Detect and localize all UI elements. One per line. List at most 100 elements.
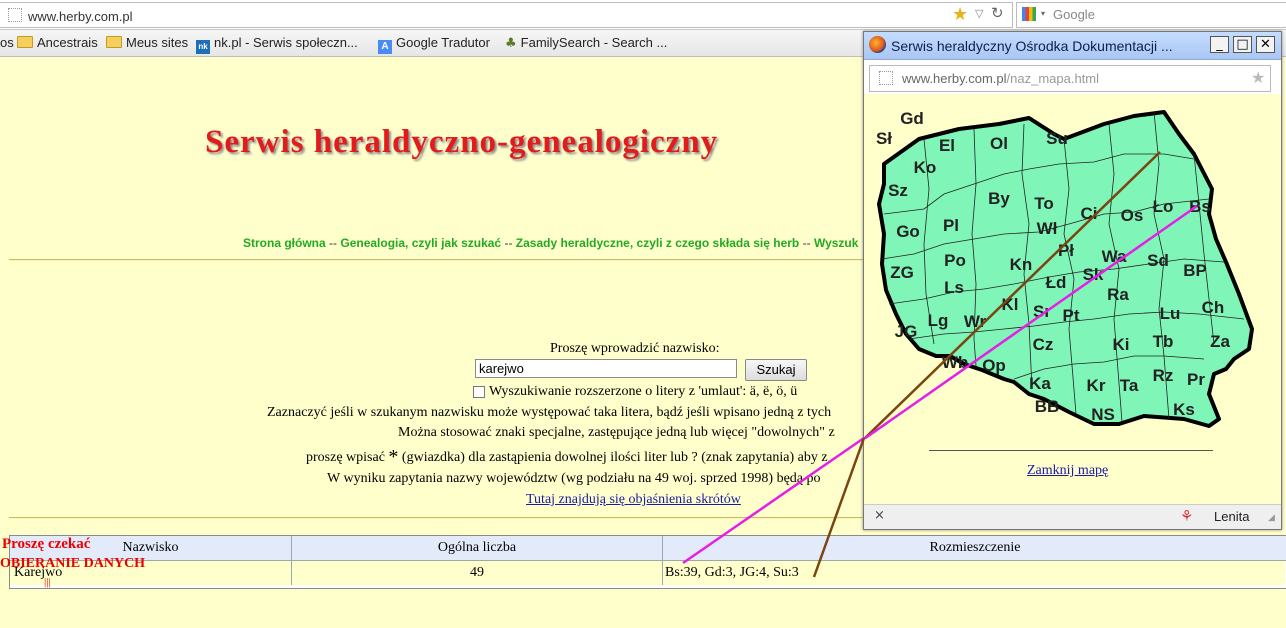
surname-input[interactable]: karejwo	[475, 359, 737, 378]
region-label[interactable]: Łd	[1046, 273, 1067, 292]
page-icon	[8, 8, 22, 22]
dropdown-arrow-icon[interactable]: ▽	[975, 7, 983, 20]
region-label[interactable]: Pl	[943, 216, 959, 235]
popup-url-text: www.herby.com.pl/naz_mapa.html	[902, 71, 1099, 86]
maximize-button[interactable]: □	[1233, 36, 1252, 53]
url-text: www.herby.com.pl	[28, 9, 133, 24]
region-label[interactable]: Ks	[1173, 400, 1195, 419]
results-table: Nazwisko Ogólna liczba Rozmieszczenie Ka…	[9, 535, 1286, 589]
info-text-part: (gwiazdka) dla zastąpienia dowolnej iloś…	[401, 450, 828, 465]
popup-title: Serwis heraldyczny Ośrodka Dokumentacji …	[891, 38, 1173, 54]
info-text-part: proszę wpisać	[306, 450, 385, 465]
umlaut-label: Wyszukiwanie rozszerzone o litery z 'uml…	[489, 384, 798, 399]
url-field[interactable]: www.herby.com.pl ★ ▽ ↻	[0, 2, 1013, 28]
bookmark-folder-ancestrais[interactable]: Ancestrais	[17, 35, 98, 50]
search-button[interactable]: Szukaj	[745, 359, 807, 381]
bookmark-star-icon[interactable]: ★	[952, 4, 968, 25]
region-label[interactable]: Ol	[990, 134, 1008, 153]
abbreviations-link-text[interactable]: Tutaj znajdują się objaśnienia skrótów	[526, 492, 741, 507]
translate-icon: A	[378, 40, 392, 54]
loading-status: OBIERANIE DANYCH	[0, 556, 146, 571]
cell-distribution: Bs:39, Gd:3, JG:4, Su:3	[663, 561, 1285, 585]
search-engine-field[interactable]: ▾ Google	[1016, 2, 1286, 28]
region-label[interactable]: Wr	[964, 312, 987, 331]
region-label[interactable]: Gd	[900, 109, 924, 128]
divider	[9, 259, 864, 261]
engine-dropdown-icon[interactable]: ▾	[1041, 9, 1045, 18]
addon-bar-close-icon[interactable]: ×	[874, 508, 885, 523]
popup-url-field[interactable]: www.herby.com.pl/naz_mapa.html ★	[869, 65, 1271, 92]
region-label[interactable]: BB	[1035, 397, 1060, 416]
region-label[interactable]: El	[939, 136, 955, 155]
url-domain: www.herby.com.pl	[902, 71, 1007, 86]
info-text: proszę wpisać * (gwiazdka) dla zastąpien…	[306, 446, 828, 469]
region-label[interactable]: Rz	[1153, 366, 1174, 385]
region-label[interactable]: Su	[1046, 129, 1068, 148]
region-label[interactable]: Kn	[1010, 255, 1033, 274]
region-label[interactable]: ZG	[890, 263, 914, 282]
region-label[interactable]: Ch	[1202, 298, 1225, 317]
region-label[interactable]: Sd	[1147, 251, 1169, 270]
bookmark-nk[interactable]: nk nk.pl - Serwis społeczn...	[196, 35, 358, 54]
bookmark-label: FamilySearch - Search ...	[520, 35, 668, 50]
region-label[interactable]: To	[1034, 194, 1054, 213]
region-label[interactable]: Op	[982, 356, 1006, 375]
region-label[interactable]: Cz	[1033, 335, 1054, 354]
region-label[interactable]: Ra	[1107, 285, 1129, 304]
region-label[interactable]: Tb	[1153, 332, 1174, 351]
region-label[interactable]: Ls	[944, 278, 964, 297]
region-label[interactable]: Kr	[1087, 376, 1106, 395]
close-map-link-text[interactable]: Zamknij mapę	[1027, 463, 1108, 478]
abbreviations-link[interactable]: Tutaj znajdują się objaśnienia skrótów	[526, 492, 741, 508]
region-label[interactable]: Po	[944, 251, 966, 270]
reload-icon[interactable]: ↻	[991, 4, 1004, 22]
addon-label[interactable]: Lenita	[1214, 509, 1249, 524]
bookmark-item[interactable]: os	[0, 35, 14, 50]
folder-icon	[17, 36, 33, 48]
region-label[interactable]: Sz	[888, 181, 908, 200]
region-label[interactable]: Lu	[1160, 304, 1181, 323]
close-map-link[interactable]: Zamknij mapę	[1027, 463, 1108, 479]
region-label[interactable]: Wł	[1037, 219, 1058, 238]
region-label[interactable]: Ki	[1113, 335, 1130, 354]
column-header-distribution: Rozmieszczenie	[663, 536, 1286, 561]
info-text: Zaznaczyć jeśli w szukanym nazwisku może…	[267, 405, 832, 420]
minimize-button[interactable]: _	[1210, 36, 1229, 53]
bookmark-familysearch[interactable]: ♣ FamilySearch - Search ...	[505, 35, 667, 51]
bookmark-label: nk.pl - Serwis społeczn...	[214, 35, 358, 50]
region-label[interactable]: Os	[1121, 206, 1144, 225]
google-icon	[1022, 7, 1036, 21]
nav-link-search[interactable]: Wyszuk	[814, 236, 858, 250]
region-label[interactable]: Ta	[1120, 376, 1139, 395]
divider	[929, 450, 1213, 451]
region-label[interactable]: Bs	[1189, 197, 1211, 216]
region-label[interactable]: Pt	[1063, 306, 1080, 325]
nav-link-home[interactable]: Strona główna	[243, 236, 326, 250]
region-label[interactable]: Ka	[1029, 374, 1051, 393]
region-label[interactable]: Lg	[928, 311, 949, 330]
region-label[interactable]: Go	[896, 222, 920, 241]
poland-voivodeship-map[interactable]: SłGdEl Ol SuKoSz By ToWłCi Os Ło BsGo PlPł Wa SdZG…	[864, 94, 1281, 439]
cell-count: 49	[292, 561, 663, 585]
close-button[interactable]: ✕	[1256, 36, 1275, 53]
popup-titlebar[interactable]: Serwis heraldyczny Ośrodka Dokumentacji …	[864, 32, 1281, 60]
info-text: W wyniku zapytania nazwy województw (wg …	[327, 471, 821, 486]
tree-icon: ♣	[505, 36, 517, 51]
region-label[interactable]: NS	[1091, 405, 1115, 424]
region-label[interactable]: Ko	[914, 158, 937, 177]
asterisk-symbol: *	[388, 446, 399, 468]
region-label[interactable]: Za	[1210, 332, 1230, 351]
region-label[interactable]: Sł	[876, 129, 892, 148]
region-label[interactable]: JG	[895, 322, 918, 341]
resize-grip-icon[interactable]: ◢	[1268, 513, 1275, 523]
nav-link-genealogy[interactable]: Genealogia, czyli jak szukać	[340, 236, 501, 250]
bookmark-folder-meus-sites[interactable]: Meus sites	[106, 35, 188, 50]
bookmark-google-tradutor[interactable]: A Google Tradutor	[378, 35, 490, 54]
umlaut-checkbox[interactable]	[473, 386, 485, 398]
region-label[interactable]: By	[988, 189, 1010, 208]
star-icon[interactable]: ★	[1251, 68, 1265, 87]
region-label[interactable]: Pr	[1187, 370, 1205, 389]
nav-link-heraldry[interactable]: Zasady heraldyczne, czyli z czego składa…	[516, 236, 799, 250]
region-label[interactable]: Ło	[1153, 197, 1174, 216]
region-label[interactable]: BP	[1183, 261, 1207, 280]
